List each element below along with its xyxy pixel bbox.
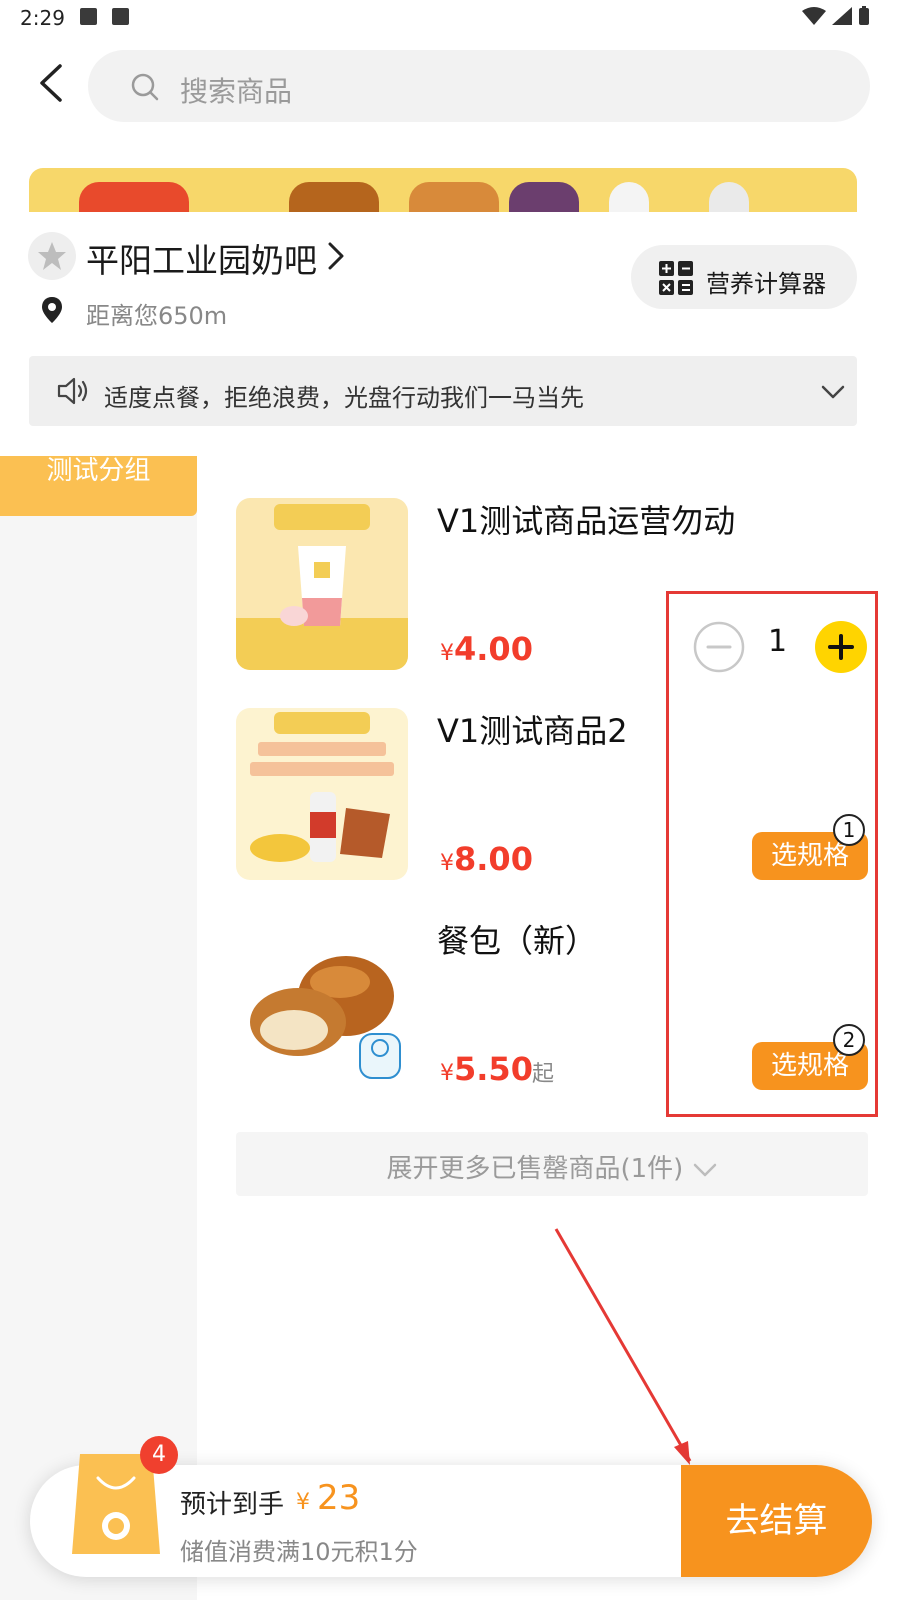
cart-count-badge: 4 <box>140 1436 178 1474</box>
shop-distance: 距离您650m <box>86 302 228 330</box>
gallery-notification-icon <box>80 8 97 25</box>
product-image[interactable] <box>236 708 408 880</box>
product-name[interactable]: V1测试商品运营勿动 <box>437 496 735 542</box>
product-price: ¥8.00 <box>440 840 533 878</box>
product-name[interactable]: V1测试商品2 <box>437 706 628 752</box>
battery-icon <box>859 6 869 25</box>
location-pin-icon <box>42 297 62 323</box>
nutrition-calculator-label: 营养计算器 <box>706 270 826 298</box>
product-price: ¥4.00 <box>440 630 533 668</box>
checkout-button[interactable]: 去结算 <box>681 1465 872 1577</box>
chevron-right-icon[interactable] <box>322 238 352 274</box>
shop-name[interactable]: 平阳工业园奶吧 <box>86 234 317 282</box>
points-text: 储值消费满10元积1分 <box>180 1538 418 1566</box>
estimate-label: 预计到手 <box>180 1490 285 1520</box>
price-suffix: 起 <box>532 1062 555 1087</box>
app-notification-icon <box>112 8 129 25</box>
category-sidebar <box>0 456 197 1600</box>
back-arrow-icon[interactable] <box>30 60 76 106</box>
estimate-value: 23 <box>317 1478 361 1518</box>
product-image[interactable] <box>236 498 408 670</box>
expand-soldout-label: 展开更多已售罄商品(1件) <box>236 1148 868 1185</box>
product-image[interactable] <box>236 918 408 1090</box>
status-time: 2:29 <box>20 6 65 30</box>
annotation-highlight-box <box>666 591 878 1117</box>
search-input[interactable]: 搜索商品 <box>180 70 292 110</box>
product-price: ¥5.50 <box>440 1050 533 1088</box>
search-icon <box>131 73 159 101</box>
annotation-arrow <box>554 1228 692 1465</box>
speaker-icon <box>57 377 88 405</box>
promo-banner[interactable] <box>29 168 857 212</box>
status-indicators <box>802 6 870 26</box>
category-label: 测试分组 <box>46 456 151 486</box>
notice-text: 适度点餐，拒绝浪费，光盘行动我们一马当先 <box>104 384 584 412</box>
favorite-star-button[interactable] <box>28 232 76 280</box>
chevron-down-icon[interactable] <box>820 382 846 402</box>
estimate-currency: ¥ <box>296 1490 310 1515</box>
product-name[interactable]: 餐包（新） <box>437 916 597 962</box>
wifi-icon <box>802 7 826 25</box>
signal-icon <box>832 7 852 25</box>
chevron-down-icon <box>693 1163 716 1176</box>
star-icon <box>38 242 66 270</box>
calculator-icon <box>659 261 693 295</box>
